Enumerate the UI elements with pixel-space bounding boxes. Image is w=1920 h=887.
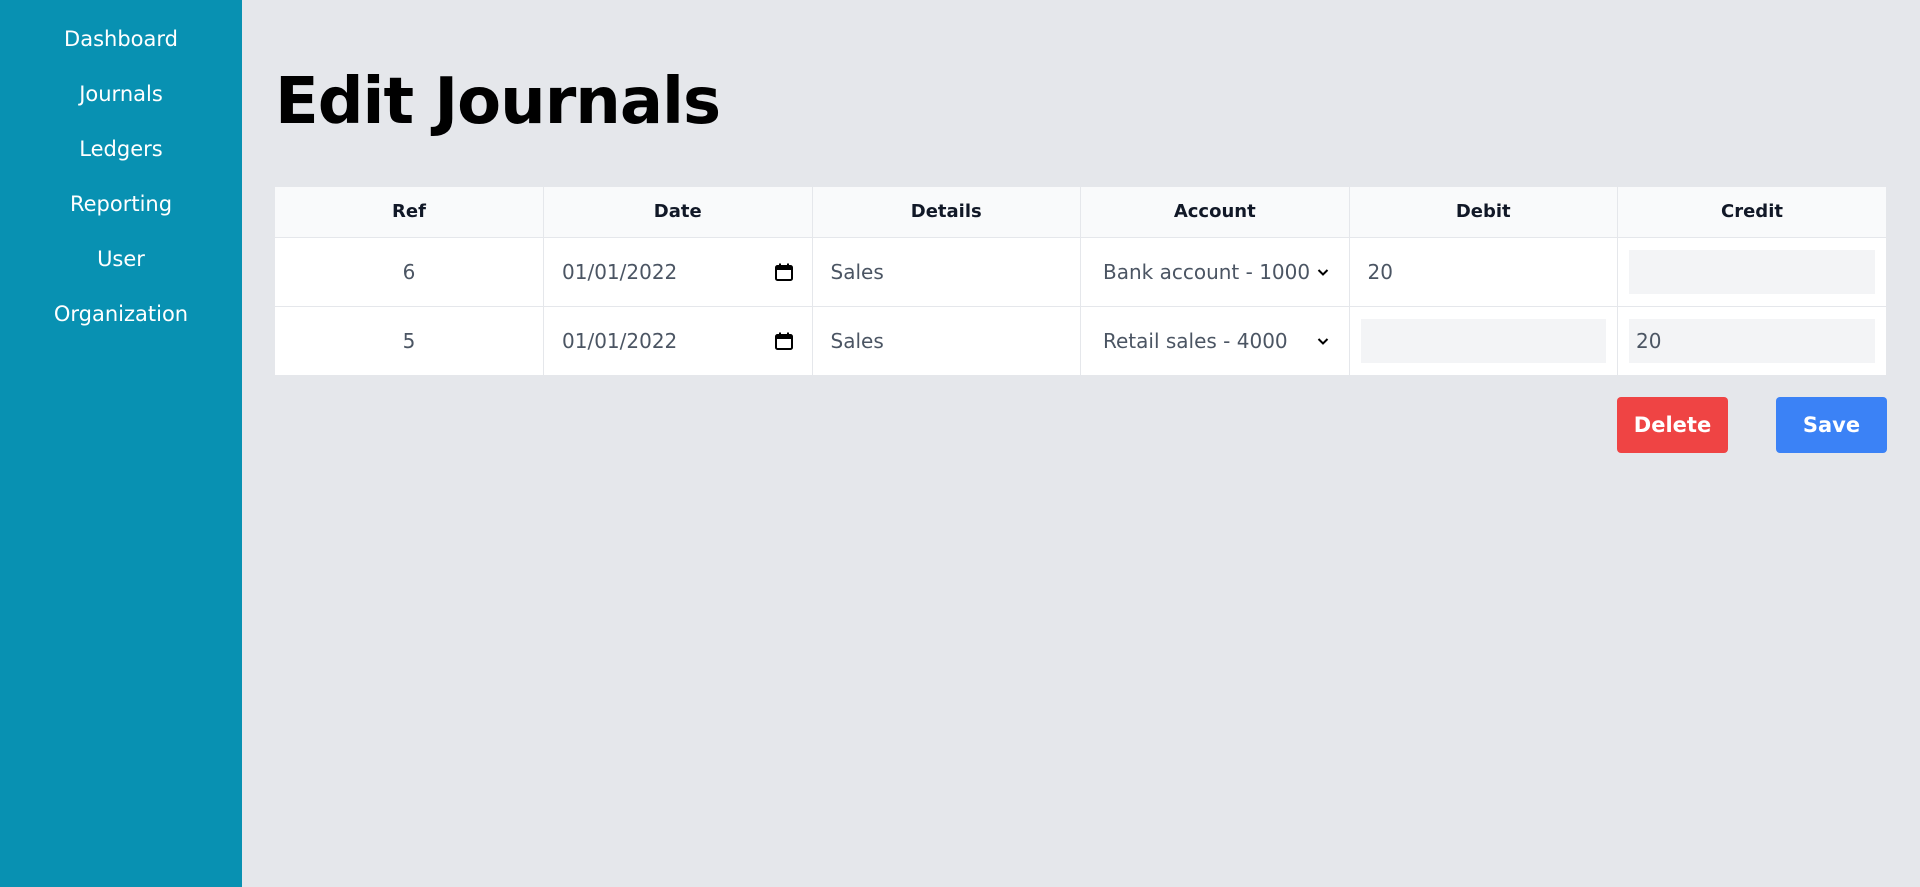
app-layout: Dashboard Journals Ledgers Reporting Use… — [0, 0, 1920, 887]
journals-table: Ref Date Details Account Debit Credit 6 … — [275, 187, 1886, 375]
account-cell: Retail sales - 4000 — [1080, 306, 1349, 375]
account-select[interactable]: Retail sales - 4000 — [1092, 319, 1338, 363]
form-actions: Delete Save — [242, 397, 1887, 453]
details-value: Sales — [830, 328, 884, 353]
calendar-icon[interactable] — [774, 262, 794, 282]
table-row: 5 01/01/2022 Sales Retail sales - 4000 2… — [275, 306, 1886, 375]
ref-cell: 6 — [402, 259, 416, 284]
credit-input[interactable] — [1629, 318, 1875, 363]
delete-button[interactable]: Delete — [1617, 397, 1728, 453]
date-cell: 01/01/2022 — [543, 306, 812, 375]
save-button[interactable]: Save — [1776, 397, 1887, 453]
table-header-row: Ref Date Details Account Debit Credit — [275, 187, 1886, 237]
ref-cell: 5 — [402, 328, 416, 353]
sidebar-item-dashboard[interactable]: Dashboard — [0, 22, 242, 77]
journals-table-container: Ref Date Details Account Debit Credit 6 … — [275, 187, 1886, 375]
chevron-down-icon — [1317, 338, 1328, 345]
column-header-credit: Credit — [1617, 187, 1886, 237]
credit-cell — [1617, 306, 1886, 375]
details-value: Sales — [830, 259, 884, 284]
date-value: 01/01/2022 — [562, 259, 678, 284]
details-cell[interactable]: Sales — [811, 306, 1081, 375]
sidebar-item-journals[interactable]: Journals — [0, 77, 242, 132]
account-value: Bank account - 1000 — [1103, 259, 1311, 284]
sidebar-item-user[interactable]: User — [0, 242, 242, 297]
page-title: Edit Journals — [275, 65, 721, 139]
debit-cell — [1348, 306, 1618, 375]
sidebar-item-reporting[interactable]: Reporting — [0, 187, 242, 242]
column-header-details: Details — [811, 187, 1081, 237]
debit-cell — [1348, 237, 1618, 306]
sidebar-item-ledgers[interactable]: Ledgers — [0, 132, 242, 187]
credit-input[interactable] — [1629, 249, 1875, 294]
column-header-date: Date — [543, 187, 812, 237]
main-content: Edit Journals Ref Date Details Account D… — [242, 0, 1920, 887]
sidebar: Dashboard Journals Ledgers Reporting Use… — [0, 0, 242, 887]
date-input[interactable]: 01/01/2022 — [555, 319, 801, 363]
date-cell: 01/01/2022 — [543, 237, 812, 306]
date-input[interactable]: 01/01/2022 — [555, 250, 801, 294]
account-select[interactable]: Bank account - 1000 — [1092, 250, 1338, 294]
table-row: 6 01/01/2022 Sales Bank account - 1000 2… — [275, 237, 1886, 306]
calendar-icon[interactable] — [774, 331, 794, 351]
column-header-ref: Ref — [392, 201, 426, 223]
account-cell: Bank account - 1000 — [1080, 237, 1349, 306]
sidebar-item-organization[interactable]: Organization — [0, 297, 242, 352]
column-header-debit: Debit — [1348, 187, 1618, 237]
chevron-down-icon — [1317, 268, 1328, 276]
account-value: Retail sales - 4000 — [1103, 328, 1288, 353]
debit-input[interactable] — [1360, 318, 1606, 363]
details-cell[interactable]: Sales — [811, 237, 1081, 306]
column-header-account: Account — [1080, 187, 1349, 237]
credit-cell — [1617, 237, 1886, 306]
debit-input[interactable] — [1360, 249, 1606, 294]
date-value: 01/01/2022 — [562, 328, 678, 353]
